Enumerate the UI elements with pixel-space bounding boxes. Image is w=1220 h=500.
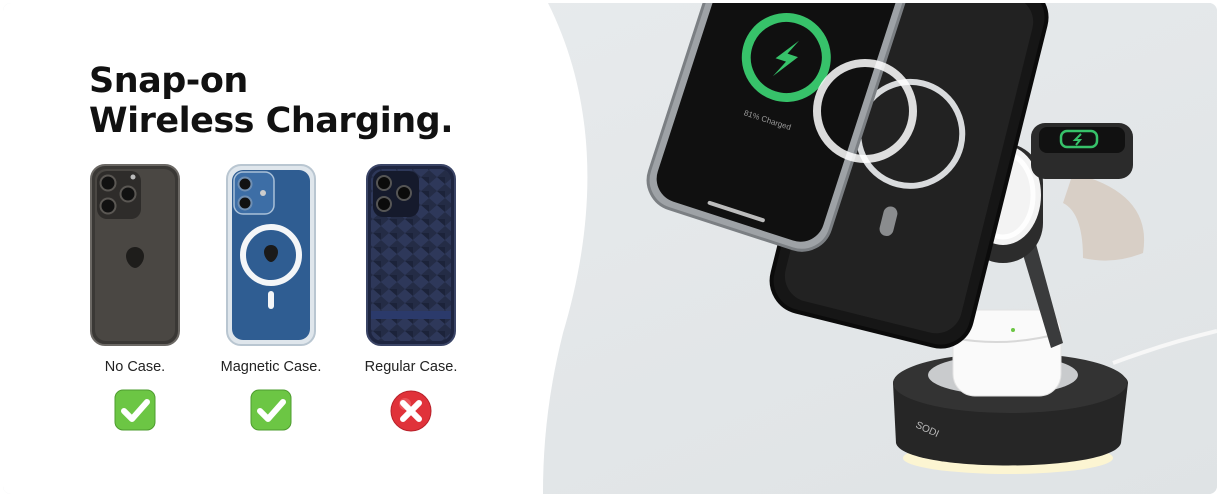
product-banner: Snap-on Wireless Charging. No Case. Magn… bbox=[3, 3, 1217, 494]
charger-product-photo: SODI 81% Charged bbox=[646, 3, 1217, 474]
watch-band bbox=[1063, 173, 1145, 261]
